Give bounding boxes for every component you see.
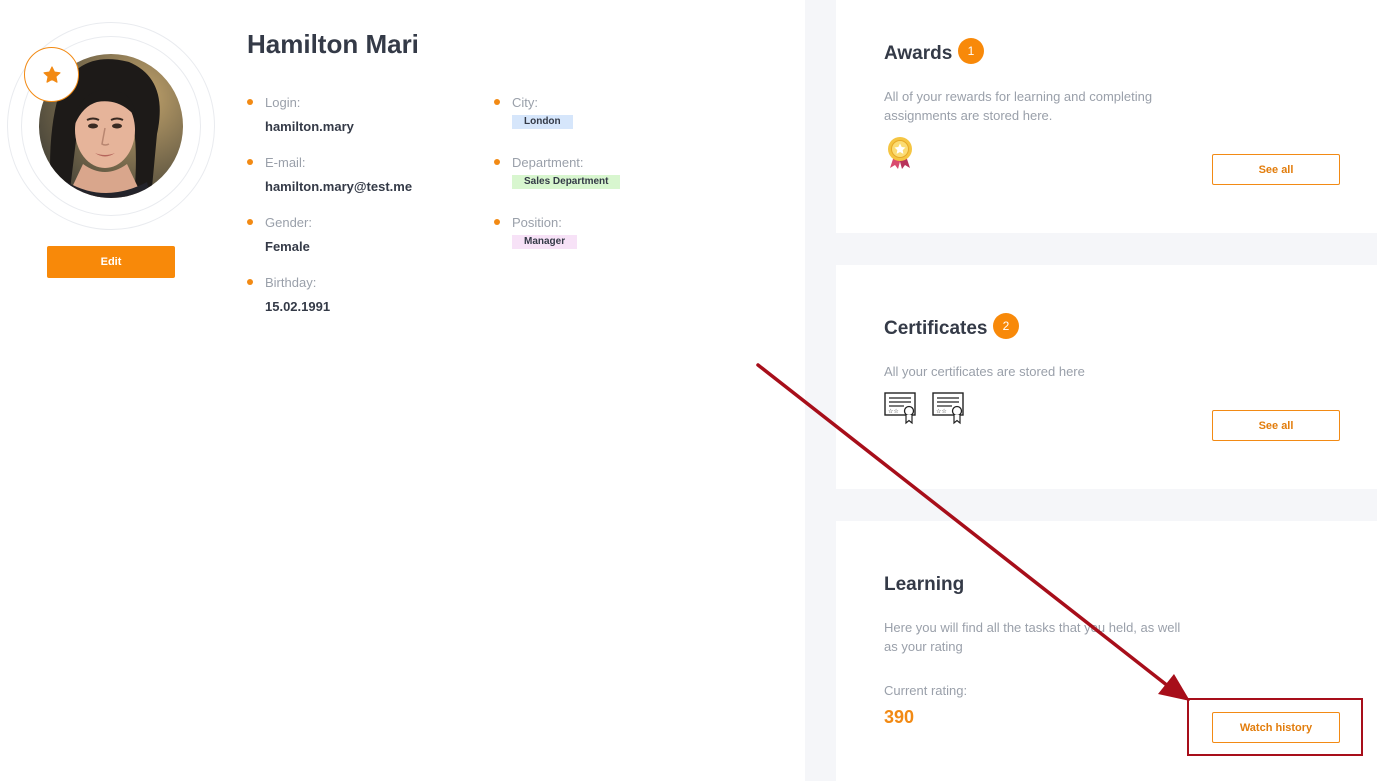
- certificates-card: Certificates 2 All your certificates are…: [836, 265, 1377, 489]
- department-tag: Sales Department: [512, 175, 621, 189]
- bullet-dot: [494, 219, 500, 225]
- profile-name: Hamilton Mari: [247, 29, 419, 59]
- field-value: hamilton.mary@test.me: [265, 179, 413, 194]
- position-tag: Manager: [512, 235, 578, 249]
- svg-text:☆☆: ☆☆: [888, 408, 899, 415]
- star-badge: [24, 47, 79, 102]
- rating-value: 390: [884, 707, 915, 727]
- learning-description: Here you will find all the tasks that yo…: [884, 620, 1181, 654]
- field-label: Login:: [265, 95, 301, 110]
- awards-title: Awards: [884, 43, 953, 64]
- certificate-icon: ☆☆: [884, 392, 916, 425]
- field-label: Gender:: [265, 215, 312, 230]
- field-label: Department:: [512, 155, 584, 170]
- star-icon: [42, 65, 61, 83]
- field-value: Female: [265, 239, 310, 254]
- bullet-dot: [247, 99, 253, 105]
- awards-card: Awards 1 All of your rewards for learnin…: [836, 0, 1377, 233]
- field-value: 15.02.1991: [265, 299, 331, 314]
- certificates-description: All your certificates are stored here: [884, 364, 1085, 379]
- bullet-dot: [247, 279, 253, 285]
- bullet-dot: [494, 99, 500, 105]
- awards-description: All of your rewards for learning and com…: [884, 89, 1153, 123]
- field-label: E-mail:: [265, 155, 306, 170]
- field-label: Birthday:: [265, 275, 317, 290]
- medal-icon: [888, 137, 912, 169]
- svg-text:☆☆: ☆☆: [936, 408, 947, 415]
- certificates-count-badge: 2: [993, 313, 1019, 339]
- awards-see-all-button[interactable]: See all: [1212, 154, 1340, 185]
- field-label: Position:: [512, 215, 562, 230]
- certificate-icon: ☆☆: [932, 392, 964, 425]
- bullet-dot: [247, 219, 253, 225]
- annotation-highlight-box: [1187, 698, 1363, 756]
- bullet-dot: [247, 159, 253, 165]
- avatar: [7, 22, 215, 230]
- field-label: City:: [512, 95, 538, 110]
- learning-title: Learning: [884, 574, 965, 595]
- edit-profile-button[interactable]: Edit: [47, 246, 175, 278]
- bullet-dot: [494, 159, 500, 165]
- field-value: hamilton.mary: [265, 119, 354, 134]
- rating-label: Current rating:: [884, 683, 968, 698]
- city-tag: London: [512, 115, 573, 129]
- certificates-title: Certificates: [884, 318, 988, 339]
- awards-count-badge: 1: [958, 38, 984, 64]
- certificates-see-all-button[interactable]: See all: [1212, 410, 1340, 441]
